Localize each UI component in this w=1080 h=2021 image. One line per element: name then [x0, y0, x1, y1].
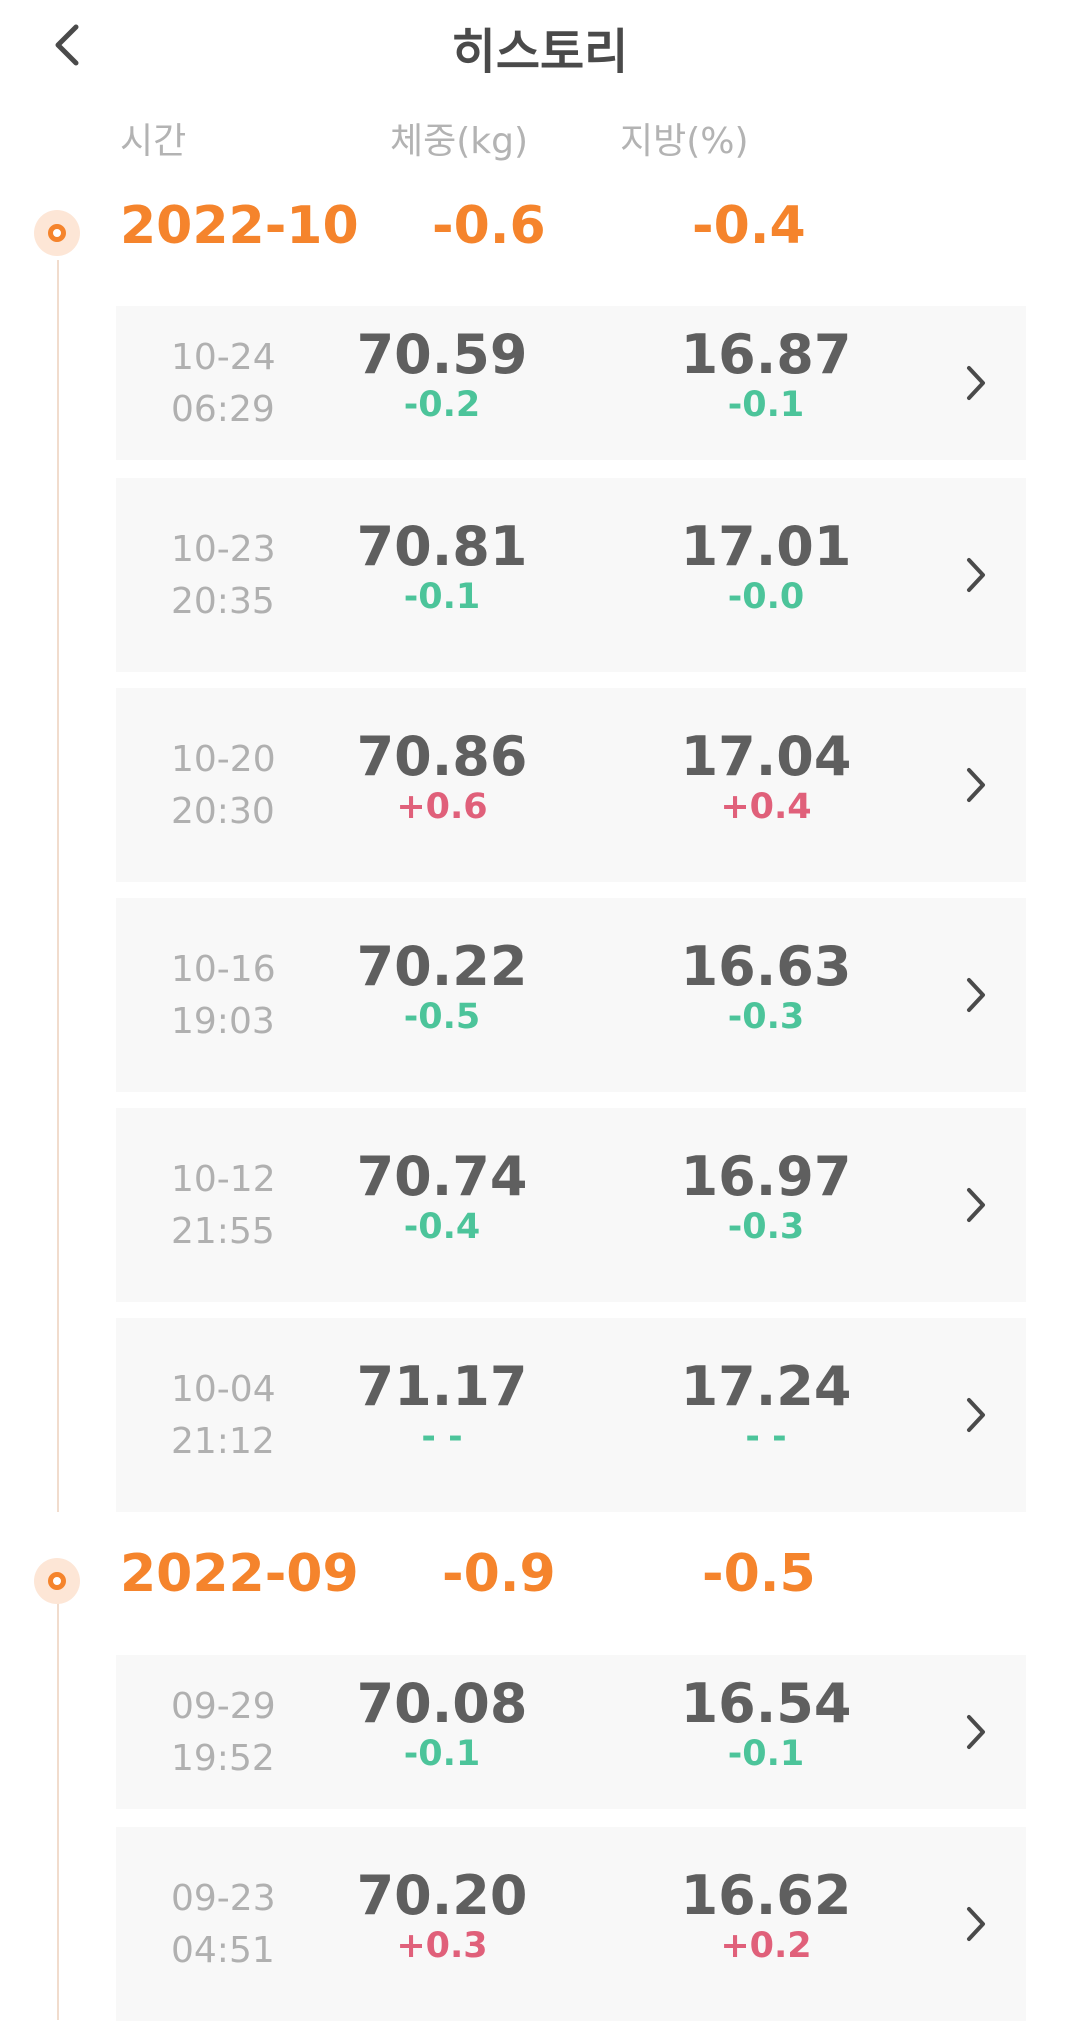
entry-date: 10-16 [171, 949, 276, 990]
entry-weight-delta: -0.5 [403, 997, 481, 1037]
entry-fat-delta: -0.1 [727, 1734, 805, 1774]
month-label: 2022-09 [120, 1544, 359, 1604]
timeline-dot-icon [34, 1558, 80, 1604]
entry-weight-delta: -0.4 [403, 1207, 481, 1247]
entry-fat-delta: -0.1 [727, 385, 805, 425]
entry-fat: 17.24 [680, 1355, 852, 1418]
entry-fat-delta: - - [745, 1417, 787, 1457]
history-entry-row[interactable]: 10-12 21:55 70.74 -0.4 16.97 -0.3 [116, 1108, 1026, 1302]
entry-fat-delta: +0.4 [720, 787, 812, 827]
entry-fat-delta: -0.0 [727, 577, 805, 617]
entry-time: 19:03 [171, 1001, 275, 1042]
chevron-right-icon [956, 1180, 996, 1230]
entry-date: 10-12 [171, 1159, 276, 1200]
chevron-right-icon [956, 1899, 996, 1949]
entry-date: 10-23 [171, 529, 276, 570]
month-fat-change: -0.5 [702, 1544, 816, 1604]
month-fat-change: -0.4 [692, 196, 806, 256]
entry-fat: 16.54 [680, 1672, 852, 1735]
entry-weight: 70.22 [356, 935, 528, 998]
column-headers: 시간 체중(kg) 지방(%) [0, 112, 1080, 168]
entry-weight: 70.08 [356, 1672, 528, 1735]
month-weight-change: -0.6 [432, 196, 546, 256]
entry-weight: 70.81 [356, 515, 528, 578]
entry-fat: 17.04 [680, 725, 852, 788]
entry-time: 04:51 [171, 1930, 275, 1971]
header: 히스토리 [0, 0, 1080, 90]
chevron-right-icon [956, 1390, 996, 1440]
column-header-time: 시간 [120, 121, 187, 162]
month-header: 2022-09 -0.9 -0.5 [0, 1544, 1080, 1624]
entry-fat-delta: -0.3 [727, 1207, 805, 1247]
timeline-line [57, 1600, 59, 2020]
entry-weight-delta: -0.1 [403, 1734, 481, 1774]
timeline-dot-ring [48, 224, 66, 242]
entry-weight: 71.17 [356, 1355, 528, 1418]
entry-fat-delta: -0.3 [727, 997, 805, 1037]
entry-date: 10-04 [171, 1369, 276, 1410]
month-weight-change: -0.9 [442, 1544, 556, 1604]
history-entry-row[interactable]: 09-23 04:51 70.20 +0.3 16.62 +0.2 [116, 1827, 1026, 2021]
entry-time: 20:30 [171, 791, 275, 832]
history-entry-row[interactable]: 10-04 21:12 71.17- -17.24- - [116, 1318, 1026, 1512]
entry-weight-delta: +0.3 [396, 1926, 488, 1966]
history-entry-row[interactable]: 10-24 06:29 70.59 -0.2 16.87 -0.1 [116, 306, 1026, 460]
timeline-line [57, 260, 59, 1512]
history-entry-row[interactable]: 10-20 20:30 70.86 +0.6 17.04 +0.4 [116, 688, 1026, 882]
page-title: 히스토리 [451, 24, 629, 80]
entry-fat: 16.63 [680, 935, 852, 998]
chevron-right-icon [956, 1707, 996, 1757]
entry-fat: 17.01 [680, 515, 852, 578]
chevron-right-icon [956, 970, 996, 1020]
entry-date: 09-29 [171, 1686, 276, 1727]
entry-date: 10-24 [171, 337, 276, 378]
entry-date: 10-20 [171, 739, 276, 780]
history-entry-row[interactable]: 10-16 19:03 70.22 -0.5 16.63 -0.3 [116, 898, 1026, 1092]
entry-weight-delta: +0.6 [396, 787, 488, 827]
column-header-fat: 지방(%) [620, 121, 749, 162]
entry-weight: 70.20 [356, 1864, 528, 1927]
history-entry-row[interactable]: 10-23 20:35 70.81 -0.1 17.01 -0.0 [116, 478, 1026, 672]
entry-time: 19:52 [171, 1738, 275, 1779]
month-header: 2022-10 -0.6 -0.4 [0, 196, 1080, 276]
entry-fat: 16.87 [680, 323, 852, 386]
entry-fat: 16.97 [680, 1145, 852, 1208]
entry-time: 20:35 [171, 581, 275, 622]
timeline-dot-ring [48, 1572, 66, 1590]
entry-weight-delta: -0.1 [403, 577, 481, 617]
chevron-right-icon [956, 358, 996, 408]
entry-time: 06:29 [171, 389, 275, 430]
column-header-weight: 체중(kg) [390, 121, 529, 162]
chevron-right-icon [956, 760, 996, 810]
timeline-dot-icon [34, 210, 80, 256]
history-entry-row[interactable]: 09-29 19:52 70.08 -0.1 16.54 -0.1 [116, 1655, 1026, 1809]
chevron-right-icon [956, 550, 996, 600]
entry-fat: 16.62 [680, 1864, 852, 1927]
entry-weight: 70.86 [356, 725, 528, 788]
entry-weight: 70.59 [356, 323, 528, 386]
entry-weight-delta: - - [421, 1417, 463, 1457]
entry-date: 09-23 [171, 1878, 276, 1919]
entry-weight: 70.74 [356, 1145, 528, 1208]
entry-fat-delta: +0.2 [720, 1926, 812, 1966]
entry-time: 21:12 [171, 1421, 275, 1462]
entry-time: 21:55 [171, 1211, 275, 1252]
entry-weight-delta: -0.2 [403, 385, 481, 425]
month-label: 2022-10 [120, 196, 359, 256]
